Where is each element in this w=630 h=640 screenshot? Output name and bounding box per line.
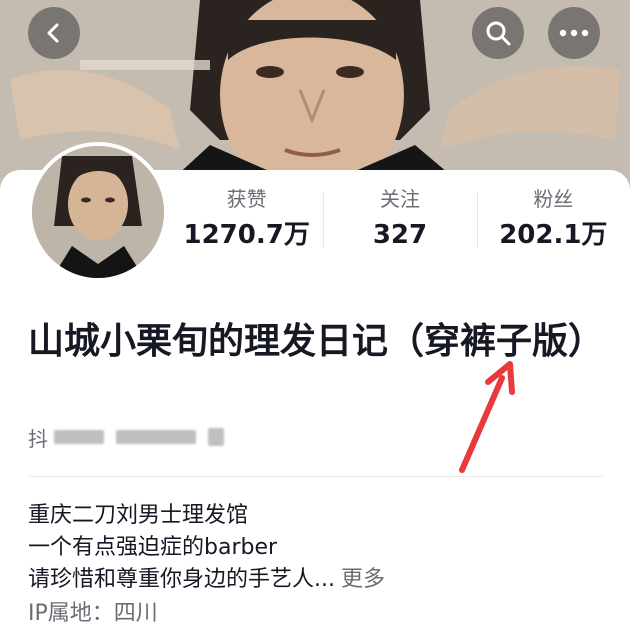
profile-name: 山城小栗旬的理发日记（穿裤子版） bbox=[28, 321, 605, 362]
bio-more-link[interactable]: 更多 bbox=[341, 567, 385, 592]
avatar[interactable] bbox=[28, 142, 168, 282]
ip-location: IP属地：四川 bbox=[28, 598, 608, 630]
redacted-id bbox=[54, 430, 104, 444]
annotation-arrow bbox=[459, 361, 515, 473]
more-dots-icon bbox=[559, 29, 589, 37]
search-button[interactable] bbox=[472, 7, 524, 59]
more-options-button[interactable] bbox=[548, 7, 600, 59]
profile-stats: 获赞 1270.7万 关注 327 粉丝 202.1万 bbox=[170, 186, 630, 252]
stat-label: 粉丝 bbox=[533, 187, 574, 211]
bio-line: 请珍惜和尊重你身边的手艺人... 更多 bbox=[28, 564, 608, 596]
ip-value: 四川 bbox=[113, 601, 158, 626]
stat-value: 202.1万 bbox=[499, 220, 608, 250]
stat-likes[interactable]: 获赞 1270.7万 bbox=[170, 186, 323, 252]
profile-bio: 重庆二刀刘男士理发馆 一个有点强迫症的barber 请珍惜和尊重你身边的手艺人.… bbox=[28, 500, 608, 630]
redacted-id bbox=[208, 428, 224, 446]
section-divider bbox=[28, 476, 604, 477]
account-prefix: 抖 bbox=[28, 426, 48, 451]
bio-line: 重庆二刀刘男士理发馆 bbox=[28, 503, 249, 528]
back-button[interactable] bbox=[28, 7, 80, 59]
stat-label: 获赞 bbox=[226, 187, 267, 211]
search-icon bbox=[486, 21, 511, 46]
redacted-id bbox=[116, 430, 196, 444]
stat-label: 关注 bbox=[379, 187, 420, 211]
bio-line: 一个有点强迫症的barber bbox=[28, 535, 278, 560]
avatar-photo bbox=[32, 146, 164, 278]
stat-value: 327 bbox=[372, 220, 428, 250]
account-id: 抖 bbox=[28, 424, 224, 451]
ip-label: IP属地： bbox=[28, 601, 114, 626]
stat-followers[interactable]: 粉丝 202.1万 bbox=[476, 186, 630, 252]
stat-value: 1270.7万 bbox=[183, 220, 310, 250]
stat-following[interactable]: 关注 327 bbox=[323, 186, 476, 252]
bio-line-text: 请珍惜和尊重你身边的手艺人... bbox=[28, 567, 335, 592]
back-arrow-icon bbox=[47, 23, 59, 43]
